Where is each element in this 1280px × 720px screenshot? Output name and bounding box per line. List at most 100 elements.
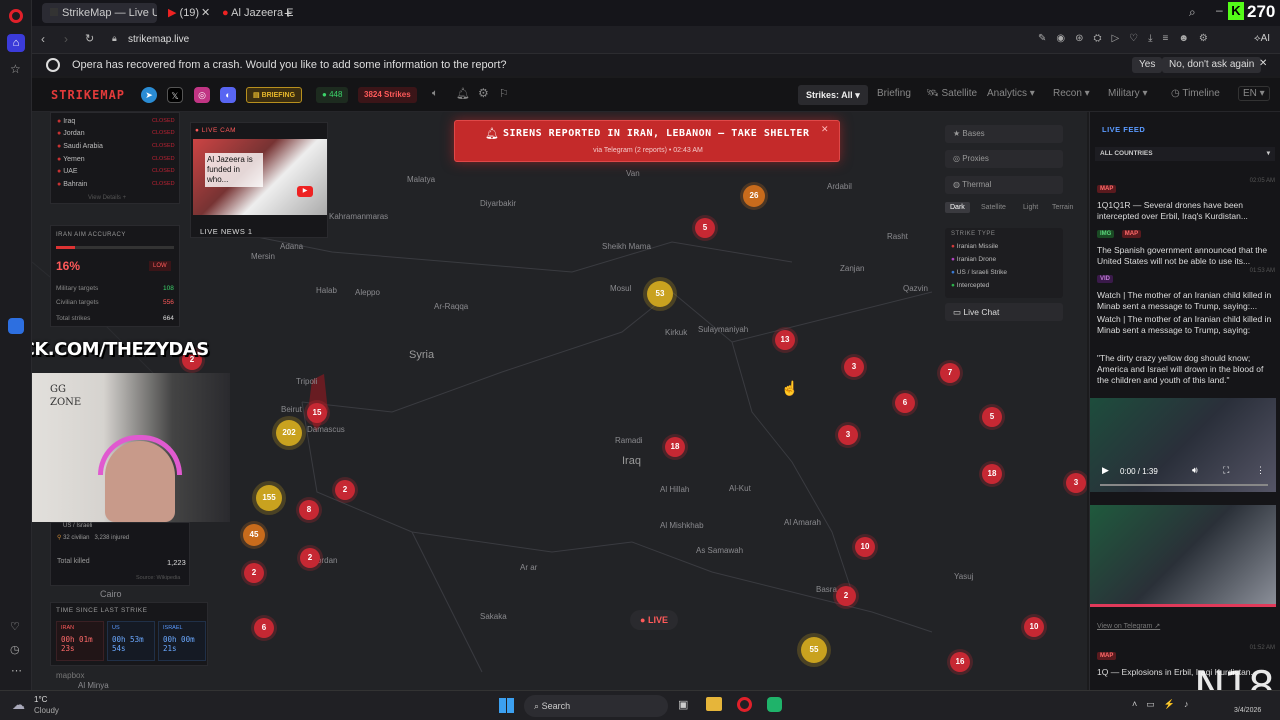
video-play-icon[interactable]: ▶	[1102, 465, 1109, 476]
nav-analytics[interactable]: Analytics ▾	[987, 88, 1035, 99]
live-indicator[interactable]: ● LIVE	[630, 610, 678, 630]
volume-icon[interactable]: 🔊︎	[1192, 465, 1198, 476]
bell-icon[interactable]: 🔔︎	[456, 87, 470, 100]
strike-cluster[interactable]: 5	[982, 407, 1002, 427]
more-icon[interactable]: ⋯	[11, 664, 22, 677]
file-explorer-icon[interactable]	[706, 697, 722, 711]
siren-alert-banner[interactable]: 🔔︎ SIRENS REPORTED IN IRAN, LEBANON — TA…	[454, 120, 840, 162]
url-field[interactable]: strikemap.live	[128, 34, 189, 45]
strike-cluster[interactable]: 3	[844, 357, 864, 377]
strike-cluster[interactable]: 55	[801, 637, 827, 663]
video-thumbnail[interactable]	[1090, 505, 1276, 607]
nav-timeline[interactable]: ◷ Timeline	[1171, 88, 1220, 99]
style-light[interactable]: Light	[1020, 202, 1041, 213]
history-icon[interactable]: ◷	[10, 643, 20, 656]
youtube-play-icon[interactable]: ▶	[297, 186, 313, 197]
strike-cluster[interactable]: 2	[335, 480, 355, 500]
feed-item[interactable]: VID 01:53 AM Watch | The mother of an Ir…	[1097, 267, 1275, 312]
strike-cluster[interactable]: 3	[838, 425, 858, 445]
strike-cluster[interactable]: 6	[254, 618, 274, 638]
strike-cluster[interactable]: 45	[243, 524, 265, 546]
strike-cluster[interactable]: 10	[1024, 617, 1044, 637]
taskbar-search[interactable]: ⌕ Search	[524, 695, 668, 717]
strike-cluster[interactable]: 8	[299, 500, 319, 520]
dont-ask-button[interactable]: No, don't ask again	[1162, 57, 1262, 73]
feed-text: Watch | The mother of an Iranian child k…	[1097, 290, 1272, 311]
video-progress[interactable]	[1100, 484, 1268, 486]
fullscreen-icon[interactable]: ⛶	[1223, 465, 1229, 476]
strike-cluster[interactable]: 15	[307, 403, 327, 423]
back-icon[interactable]: ‹	[41, 32, 45, 46]
strike-cluster[interactable]: 202	[276, 420, 302, 446]
yes-button[interactable]: Yes	[1132, 57, 1163, 73]
close-tab-icon[interactable]: ✕	[198, 3, 214, 23]
layer-thermal[interactable]: ◍ Thermal	[945, 176, 1063, 194]
strike-cluster[interactable]: 7	[940, 363, 960, 383]
tab-strikemap[interactable]: StrikeMap — Live US/Israe	[42, 3, 157, 23]
strike-cluster[interactable]: 18	[665, 437, 685, 457]
strike-cluster[interactable]: 6	[895, 393, 915, 413]
style-dark[interactable]: Dark	[945, 202, 970, 213]
strike-cluster[interactable]: 2	[300, 548, 320, 568]
feed-item[interactable]: IMG MAP The Spanish government announced…	[1097, 222, 1275, 267]
style-satellite[interactable]: Satellite	[978, 202, 1009, 213]
alert-close-icon[interactable]: ✕	[821, 124, 829, 135]
nav-military[interactable]: Military ▾	[1108, 88, 1147, 99]
live-cam-video[interactable]: Al Jazeera is funded in who... ▶	[193, 139, 327, 215]
close-infobar-icon[interactable]: ✕	[1259, 58, 1267, 69]
strike-cluster[interactable]: 3	[1066, 473, 1086, 493]
strikes-filter[interactable]: Strikes: All ▾	[798, 85, 868, 105]
live-chat-button[interactable]: ▭ Live Chat	[945, 303, 1063, 321]
strike-cluster[interactable]: 2	[244, 563, 264, 583]
messenger-icon[interactable]	[8, 318, 24, 334]
nav-recon[interactable]: Recon ▾	[1053, 88, 1090, 99]
style-terrain[interactable]: Terrain	[1049, 202, 1076, 213]
airspace-row: ● Bahrain	[57, 181, 87, 188]
home-icon[interactable]: ⌂	[7, 34, 25, 52]
strike-cluster[interactable]: 18	[982, 464, 1002, 484]
instagram-icon[interactable]: ◎	[194, 87, 210, 103]
strike-cluster[interactable]: 5	[695, 218, 715, 238]
view-details-link[interactable]: View Details +	[88, 195, 126, 201]
new-tab-button[interactable]: +	[276, 3, 296, 23]
layer-proxies[interactable]: ◎ Proxies	[945, 150, 1063, 168]
strike-cluster[interactable]: 155	[256, 485, 282, 511]
mute-icon[interactable]: 🔈︎	[432, 88, 438, 99]
strike-cluster[interactable]: 16	[950, 652, 970, 672]
discord-icon[interactable]: ◐	[220, 87, 236, 103]
ai-button[interactable]: ⟡AI	[1254, 33, 1270, 44]
nav-satellite[interactable]: 🛰︎ Satellite	[926, 88, 977, 99]
settings-icon[interactable]: ⚙	[478, 86, 489, 100]
windows-start-icon[interactable]	[499, 698, 514, 713]
feed-item[interactable]: MAP 02:05 AM 1Q1Q1R — Several drones hav…	[1097, 177, 1275, 222]
layer-bases[interactable]: ★ Bases	[945, 125, 1063, 143]
search-tabs-icon[interactable]: ⌕	[1189, 5, 1196, 20]
strike-map[interactable]: Syria Iraq Van Malatya Diyarbakir Ardabi…	[32, 112, 1087, 690]
logo[interactable]: STRIKEMAP	[51, 88, 125, 102]
strike-cluster[interactable]: 2	[836, 586, 856, 606]
briefing-button[interactable]: ▤ BRIEFING	[246, 87, 303, 103]
telegram-link[interactable]: View on Telegram ↗	[1097, 622, 1160, 630]
video-player[interactable]: ▶ 0:00 / 1:39 🔊︎ ⛶ ⋮	[1090, 398, 1276, 492]
x-icon[interactable]: 𝕏	[167, 87, 183, 103]
task-view-icon[interactable]: ▣	[678, 698, 688, 711]
star-icon[interactable]: ☆	[10, 62, 21, 76]
country-filter-select[interactable]: ALL COUNTRIES ▾	[1095, 147, 1275, 161]
minimize-button[interactable]: –	[1216, 3, 1223, 17]
strike-cluster[interactable]: 53	[647, 281, 673, 307]
language-select[interactable]: EN ▾	[1238, 86, 1270, 101]
strike-cluster[interactable]: 26	[743, 185, 765, 207]
strike-cluster[interactable]: 10	[855, 537, 875, 557]
reload-icon[interactable]: ↻	[85, 32, 94, 45]
opera-logo-icon[interactable]	[9, 9, 23, 23]
heart-icon[interactable]: ♡	[10, 620, 20, 633]
telegram-icon[interactable]: ➤	[141, 87, 157, 103]
strike-cluster[interactable]: 13	[775, 330, 795, 350]
forward-icon[interactable]: ›	[64, 32, 68, 46]
tab-youtube[interactable]: ▶ (19)	[160, 3, 202, 23]
opera-taskbar-icon[interactable]	[737, 697, 752, 712]
flag-icon[interactable]: ⚐	[499, 87, 509, 100]
nav-briefing[interactable]: Briefing	[877, 88, 911, 99]
app-taskbar-icon[interactable]	[767, 697, 782, 712]
video-menu-icon[interactable]: ⋮	[1256, 465, 1265, 476]
